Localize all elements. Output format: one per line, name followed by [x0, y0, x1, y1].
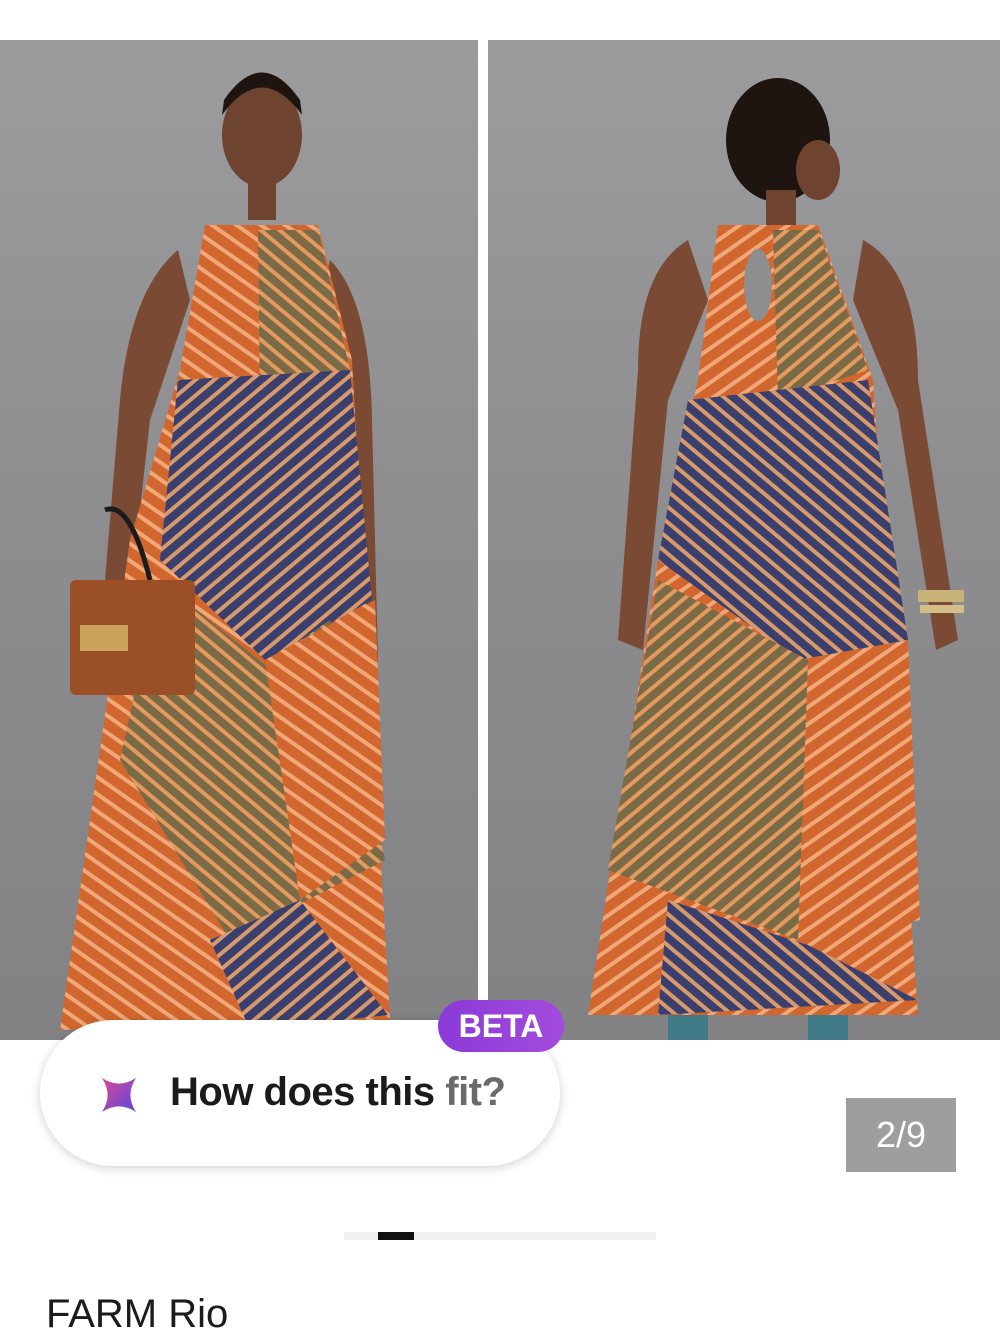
product-brand[interactable]: FARM Rio: [46, 1292, 228, 1337]
product-image-gallery[interactable]: [0, 40, 1000, 1040]
gallery-pagination-active: [378, 1232, 414, 1240]
sparkle-icon: [101, 1077, 137, 1113]
image-counter: 2/9: [846, 1098, 956, 1172]
image-divider: [478, 40, 488, 1040]
dress-front-illustration: [60, 72, 390, 1040]
fit-label-fade: fit?: [445, 1070, 506, 1114]
fit-label-main: How does this: [170, 1070, 446, 1114]
fit-question-label: How does this fit?: [170, 1070, 506, 1115]
beta-badge: BETA: [438, 1000, 564, 1052]
dress-back-photo[interactable]: [488, 40, 1000, 1040]
dress-front-photo[interactable]: [0, 40, 478, 1040]
dress-back-illustration: [588, 78, 964, 1040]
